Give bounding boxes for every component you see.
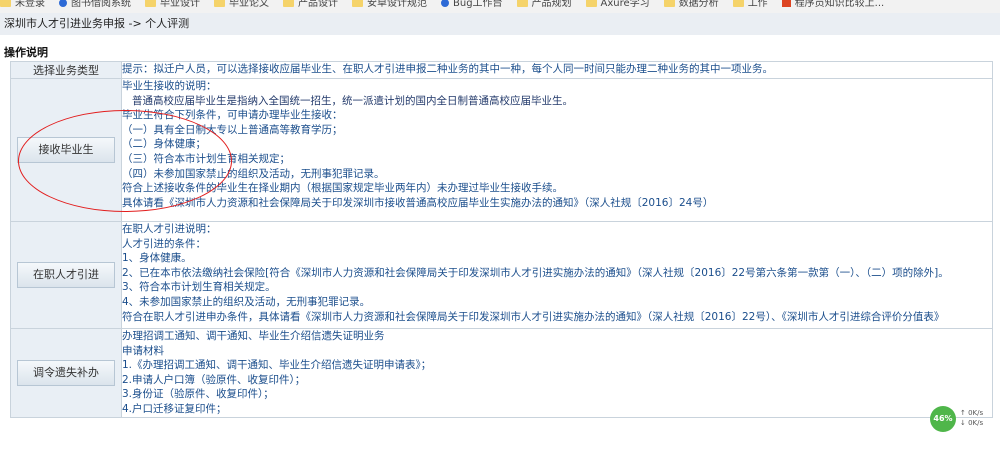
description-line: 在职人才引进说明： <box>122 223 217 235</box>
bookmark-label: 安卓设计规范 <box>367 0 427 9</box>
bookmark-label: 工作 <box>747 0 768 9</box>
business-type-table: 选择业务类型 提示：拟迁户人员，可以选择接收应届毕业生、在职人才引进申报二种业务的… <box>10 61 993 418</box>
bookmark-label: 未登录 <box>15 0 45 9</box>
description-line: 毕业生符合下列条件，可申请办理毕业生接收： <box>122 109 343 122</box>
business-row: 选择业务类型 提示：拟迁户人员，可以选择接收应届毕业生、在职人才引进申报二种业务的… <box>10 61 993 79</box>
folder-icon <box>352 0 363 7</box>
business-type-button[interactable]: 在职人才引进 <box>17 262 115 288</box>
business-row: 在职人才引进 在职人才引进说明： 人才引进的条件： 1、身体健康。 2、已在本市依法缴纳… <box>10 221 993 329</box>
bookmark-label: Bug工作台 <box>453 0 503 9</box>
business-description-cell: 在职人才引进说明： 人才引进的条件： 1、身体健康。 2、已在本市依法缴纳社会保险[符… <box>121 221 993 329</box>
description-line: 2、已在本市依法缴纳社会保险[符合《深圳市人力资源和社会保障局关于印发深圳市人才… <box>122 266 949 279</box>
description-line: 4.户口迁移证复印件； <box>122 402 227 415</box>
folder-icon <box>214 0 225 7</box>
description-line: 1.《办理招调工通知、调干通知、毕业生介绍信遗失证明申请表》； <box>122 359 432 372</box>
bookmark-item[interactable]: 毕业设计 <box>145 0 200 9</box>
description-line: （三）符合本市计划生育相关规定； <box>122 152 290 165</box>
description-line: 办理招调工通知、调干通知、毕业生介绍信遗失证明业务 <box>122 330 385 342</box>
bookmark-item[interactable]: 数据分析 <box>663 0 719 9</box>
bookmark-item[interactable]: 图书借阅系统 <box>59 0 131 9</box>
description-line: 提示：拟迁户人员，可以选择接收应届毕业生、在职人才引进申报二种业务的其中一种，每… <box>122 63 773 75</box>
bookmark-item[interactable]: 产品设计 <box>283 0 338 9</box>
bookmark-item[interactable]: 未登录 <box>0 0 45 9</box>
description-line: 人才引进的条件： <box>122 237 206 250</box>
description-line: 2.申请人户口簿（验原件、收复印件）； <box>122 373 306 386</box>
folder-icon <box>0 0 11 7</box>
speed-percent-badge: 46% <box>930 406 956 432</box>
network-speed-widget[interactable]: 46% ↑ 0K/s ↓ 0K/s <box>930 406 996 432</box>
business-description-cell: 毕业生接收的说明： 普通高校应届毕业生是指纳入全国统一招生，统一派遣计划的国内全日… <box>121 78 993 222</box>
description-line: 4、未参加国家禁止的组织及活动，无刑事犯罪记录。 <box>122 295 371 308</box>
business-type-button[interactable]: 接收毕业生 <box>17 137 115 163</box>
download-speed: ↓ 0K/s <box>960 419 984 427</box>
business-type-button[interactable]: 调令遗失补办 <box>17 359 115 386</box>
description-line: 毕业生接收的说明： <box>122 80 217 92</box>
folder-icon <box>585 0 597 7</box>
business-label-cell: 接收毕业生 <box>10 78 122 222</box>
folder-icon <box>145 0 156 7</box>
bookmark-item[interactable]: 毕业论文 <box>214 0 269 9</box>
bookmark-label: 毕业设计 <box>160 0 200 9</box>
folder-icon <box>283 0 294 7</box>
description-line: 1、身体健康。 <box>122 252 192 265</box>
upload-speed: ↑ 0K/s <box>960 409 984 417</box>
description-line: 符合上述接收条件的毕业生在择业期内（根据国家规定毕业两年内）未办理过毕业生接收手… <box>122 182 563 195</box>
description-line: 3.身份证（验原件、收复印件）； <box>122 388 274 401</box>
bookmark-label: 产品设计 <box>298 0 338 9</box>
bookmark-label: 数据分析 <box>678 0 719 9</box>
bookmark-label: Axure学习 <box>600 0 650 9</box>
business-description-cell: 提示：拟迁户人员，可以选择接收应届毕业生、在职人才引进申报二种业务的其中一种，每… <box>121 61 993 79</box>
bookmark-icon <box>781 0 791 7</box>
folder-icon <box>516 0 528 7</box>
business-label-cell: 调令遗失补办 <box>10 328 122 418</box>
description-line: 申请材料 <box>122 344 164 357</box>
bookmark-item[interactable]: Axure学习 <box>585 0 650 9</box>
section-title: 操作说明 <box>4 46 48 59</box>
bookmark-label: 图书借阅系统 <box>71 0 131 9</box>
bookmark-label: 程序员知识比较上... <box>794 0 885 9</box>
business-row: 接收毕业生 毕业生接收的说明： 普通高校应届毕业生是指纳入全国统一招生，统一派遣计划… <box>10 78 993 222</box>
business-label-cell: 选择业务类型 <box>10 61 122 79</box>
business-description-cell: 办理招调工通知、调干通知、毕业生介绍信遗失证明业务 申请材料 1.《办理招调工通知、… <box>121 328 993 418</box>
globe-icon <box>441 0 449 7</box>
bookmark-item[interactable]: 安卓设计规范 <box>352 0 427 9</box>
description-line: 普通高校应届毕业生是指纳入全国统一招生，统一派遣计划的国内全日制普通高校应届毕业… <box>132 94 573 107</box>
bookmark-label: 毕业论文 <box>229 0 269 9</box>
description-line: 符合在职人才引进申办条件，具体请看《深圳市人力资源和社会保障局关于印发深圳市人才… <box>122 310 945 323</box>
business-label-cell: 在职人才引进 <box>10 221 122 329</box>
business-type-label: 选择业务类型 <box>33 64 99 77</box>
bookmark-item[interactable]: Bug工作台 <box>441 0 503 9</box>
folder-icon <box>732 0 744 7</box>
folder-icon <box>663 0 675 7</box>
description-line: （四）未参加国家禁止的组织及活动，无刑事犯罪记录。 <box>122 167 385 180</box>
bookmark-label: 产品规划 <box>531 0 572 9</box>
description-line: 具体请看《深圳市人力资源和社会保障局关于印发深圳市接收普通高校应届毕业生实施办法… <box>122 196 714 209</box>
bookmark-item[interactable]: 程序员知识比较上... <box>781 0 885 9</box>
globe-icon <box>59 0 67 7</box>
description-line: （二）身体健康； <box>122 138 206 151</box>
bookmark-item[interactable]: 工作 <box>732 0 768 9</box>
breadcrumb: 深圳市人才引进业务申报 -> 个人评测 <box>0 13 1000 35</box>
business-row: 调令遗失补办 办理招调工通知、调干通知、毕业生介绍信遗失证明业务 申请材料 1.《办理… <box>10 328 993 418</box>
description-line: 3、符合本市计划生育相关规定。 <box>122 281 276 294</box>
description-line: （一）具有全日制大专以上普通高等教育学历； <box>122 123 343 136</box>
bookmark-item[interactable]: 产品规划 <box>516 0 572 9</box>
bookmarks-bar: 未登录 图书借阅系统 毕业设计 毕业论文 产品设计 安卓设计规范 Bug工作台 产品规划 Axu… <box>0 0 1000 13</box>
